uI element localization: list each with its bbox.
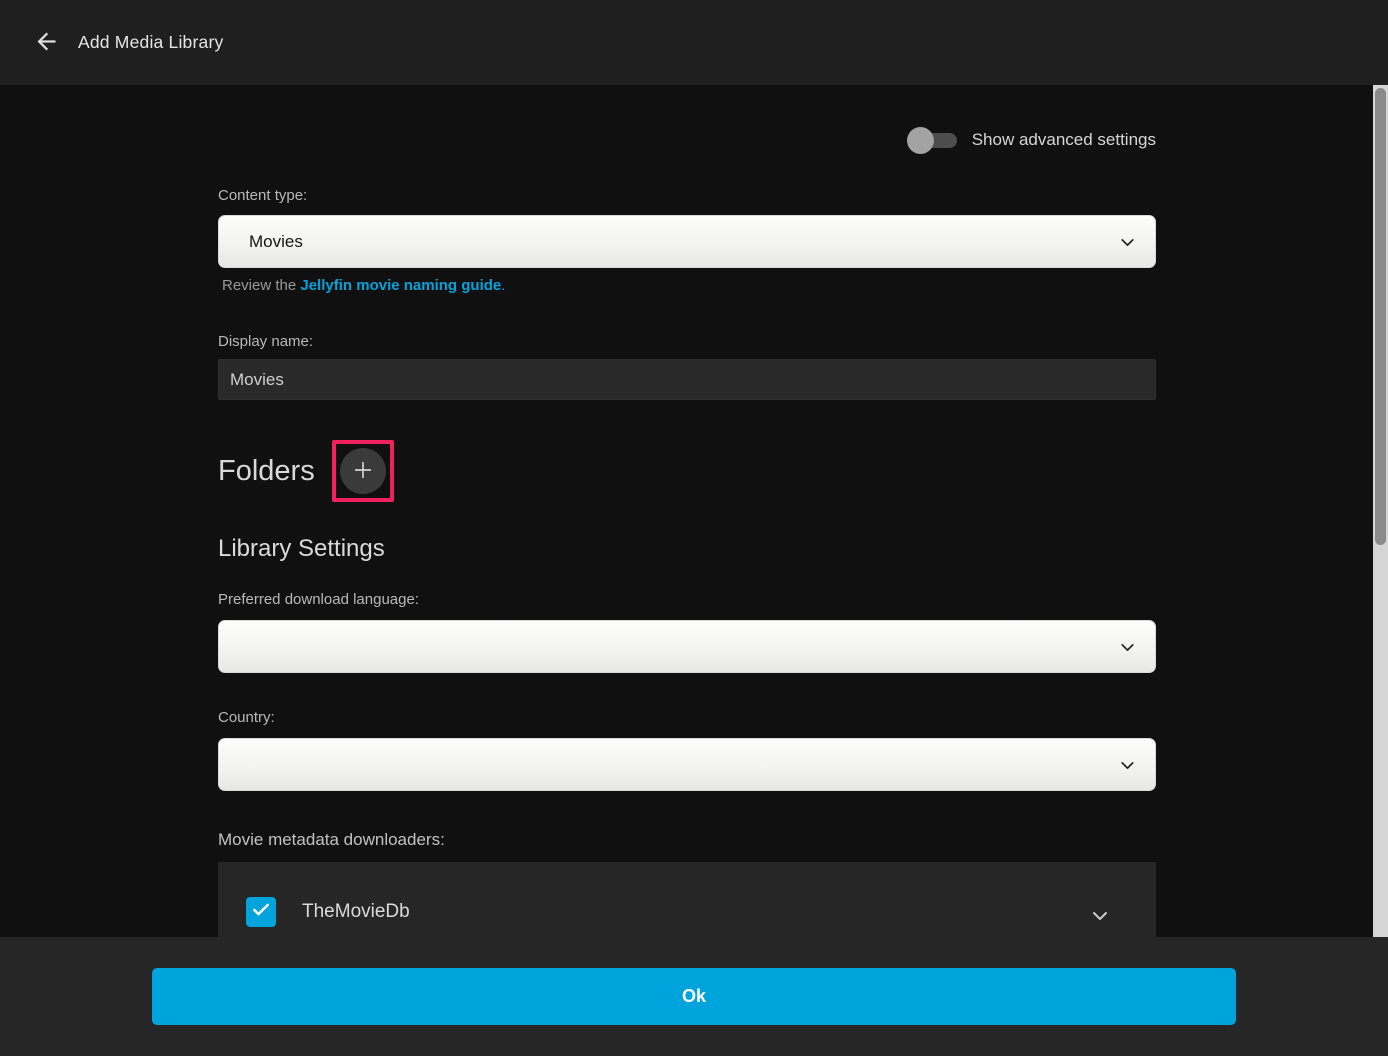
page-title: Add Media Library <box>78 32 223 53</box>
helper-suffix: . <box>501 277 505 294</box>
checkmark-icon <box>251 900 271 925</box>
chevron-down-icon <box>1117 755 1138 781</box>
naming-guide-helper: Review the Jellyfin movie naming guide. <box>218 277 1156 295</box>
country-label: Country: <box>218 709 1156 727</box>
scrollbar-track[interactable] <box>1373 85 1388 937</box>
naming-guide-link[interactable]: Jellyfin movie naming guide <box>300 277 501 294</box>
preferred-language-select[interactable] <box>218 620 1156 673</box>
folders-heading: Folders <box>218 455 315 488</box>
form-scroll-area: Show advanced settings Content type: Mov… <box>0 85 1373 937</box>
back-button[interactable] <box>26 23 66 63</box>
content-type-value: Movies <box>249 232 303 252</box>
preferred-language-label: Preferred download language: <box>218 591 1156 609</box>
chevron-down-icon <box>1117 637 1138 663</box>
metadata-downloaders-label: Movie metadata downloaders: <box>218 830 1156 851</box>
folders-section: Folders <box>218 440 1156 502</box>
add-folder-button[interactable] <box>340 448 386 494</box>
display-name-input[interactable] <box>218 359 1156 400</box>
toggle-knob <box>907 127 934 154</box>
app-header: Add Media Library <box>0 0 1388 85</box>
content-type-label: Content type: <box>218 187 1156 205</box>
focus-highlight-ring <box>332 440 394 502</box>
scrollbar-thumb[interactable] <box>1375 88 1386 545</box>
metadata-downloaders-panel: TheMovieDb <box>218 862 1156 937</box>
helper-prefix: Review the <box>222 277 300 294</box>
downloader-row-themoviedb: TheMovieDb <box>246 897 1156 927</box>
chevron-down-icon <box>1117 232 1138 258</box>
advanced-settings-label: Show advanced settings <box>972 130 1156 150</box>
show-advanced-settings-toggle[interactable] <box>907 127 957 154</box>
content-type-select[interactable]: Movies <box>218 215 1156 268</box>
plus-icon <box>352 459 374 484</box>
advanced-settings-row: Show advanced settings <box>218 126 1156 154</box>
ok-button[interactable]: Ok <box>152 968 1236 1025</box>
arrow-back-icon <box>33 28 60 58</box>
footer-bar: Ok <box>0 937 1388 1056</box>
themoviedb-checkbox[interactable] <box>246 897 276 927</box>
library-settings-heading: Library Settings <box>218 535 1156 565</box>
downloader-name: TheMovieDb <box>302 901 410 923</box>
display-name-label: Display name: <box>218 333 1156 351</box>
country-select[interactable] <box>218 738 1156 791</box>
expand-chevron-down-icon[interactable] <box>1088 904 1112 933</box>
